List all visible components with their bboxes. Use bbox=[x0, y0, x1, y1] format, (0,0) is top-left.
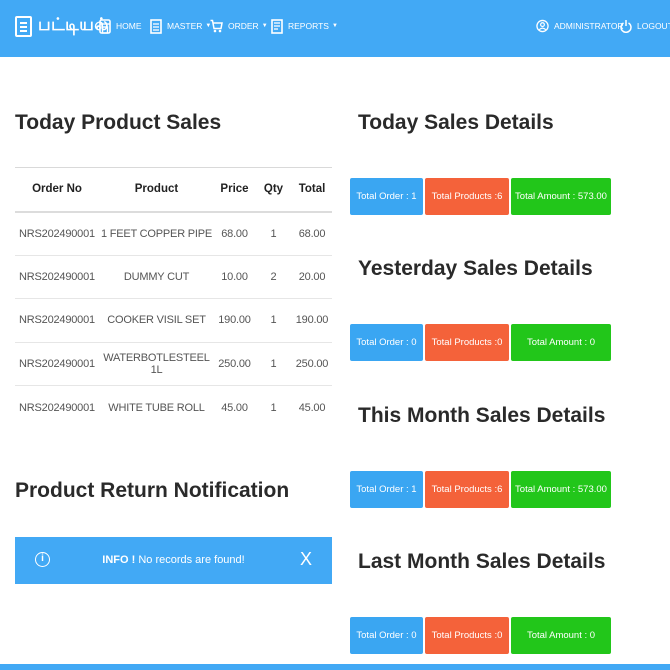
product-return-title: Product Return Notification bbox=[15, 479, 290, 502]
column-header: Price bbox=[214, 167, 255, 213]
total-products-badge[interactable]: Total Products :6 bbox=[425, 471, 509, 508]
yesterday-sales-details-title: Yesterday Sales Details bbox=[358, 257, 593, 280]
table-row: NRS202490001 DUMMY CUT 10.00 2 20.00 bbox=[15, 254, 332, 299]
total-cell: 68.00 bbox=[298, 227, 326, 240]
table-row: NRS202490001 WHITE TUBE ROLL 45.00 1 45.… bbox=[15, 385, 332, 430]
info-message-text: No records are found! bbox=[138, 554, 245, 566]
today-product-sales-table: Order No Product Price Qty Total NRS2024… bbox=[15, 167, 332, 430]
nav-reports-label: REPORTS bbox=[288, 21, 329, 31]
total-order-badge[interactable]: Total Order : 0 bbox=[350, 617, 423, 654]
order-no-cell: NRS202490001 bbox=[15, 341, 99, 386]
nav-master-label: MASTER bbox=[167, 21, 203, 31]
order-no-cell: NRS202490001 bbox=[15, 385, 99, 430]
chevron-down-icon: ▼ bbox=[261, 23, 268, 29]
total-amount-badge[interactable]: Total Amount : 0 bbox=[511, 617, 611, 654]
product-cell: 1 FEET COPPER PIPE bbox=[100, 227, 213, 240]
price-cell: 68.00 bbox=[221, 227, 248, 240]
total-products-badge[interactable]: Total Products :0 bbox=[425, 324, 509, 361]
column-header: Order No bbox=[15, 167, 99, 213]
total-order-badge[interactable]: Total Order : 1 bbox=[350, 471, 423, 508]
total-amount-badge[interactable]: Total Amount : 573.00 bbox=[511, 471, 611, 508]
total-order-badge[interactable]: Total Order : 1 bbox=[350, 178, 423, 215]
price-cell: 190.00 bbox=[214, 298, 255, 343]
table-row: NRS202490001 COOKER VISIL SET 190.00 1 1… bbox=[15, 298, 332, 343]
total-cell: 20.00 bbox=[292, 254, 332, 299]
table-header-row: Order No Product Price Qty Total bbox=[15, 167, 332, 213]
nav-reports[interactable]: REPORTS ▼ bbox=[270, 0, 338, 52]
product-cell: WHITE TUBE ROLL bbox=[99, 385, 214, 430]
qty-cell: 2 bbox=[255, 254, 292, 299]
total-amount-badge[interactable]: Total Amount : 573.00 bbox=[511, 178, 611, 215]
column-header: Total bbox=[292, 167, 332, 213]
nav-administrator[interactable]: ADMINISTRATOR bbox=[536, 0, 624, 52]
product-cell: WATERBOTLESTEEL 1L bbox=[99, 341, 214, 386]
price-cell: 10.00 bbox=[214, 254, 255, 299]
store-icon bbox=[98, 18, 111, 34]
bottom-border bbox=[0, 664, 670, 670]
total-amount-badge[interactable]: Total Amount : 0 bbox=[511, 324, 611, 361]
product-cell: COOKER VISIL SET bbox=[99, 298, 214, 343]
cart-icon bbox=[210, 18, 223, 34]
price-cell: 250.00 bbox=[214, 341, 255, 386]
nav-administrator-label: ADMINISTRATOR bbox=[554, 21, 624, 31]
nav-logout-label: LOGOUT bbox=[637, 21, 670, 31]
total-cell: 250.00 bbox=[292, 341, 332, 386]
order-no-cell: NRS202490001 bbox=[15, 298, 99, 343]
table-row: NRS202490001 1 FEET COPPER PIPE 68.00 1 … bbox=[15, 212, 332, 256]
nav-master[interactable]: MASTER ▼ bbox=[149, 0, 211, 52]
this-month-sales-badges: Total Order : 1 Total Products :6 Total … bbox=[350, 471, 611, 508]
column-header: Product bbox=[99, 167, 214, 213]
total-cell: 190.00 bbox=[292, 298, 332, 343]
top-navbar: பட்டியல் HOME MASTER ▼ ORDER ▼ REPORTS ▼… bbox=[0, 0, 670, 57]
this-month-sales-details-title: This Month Sales Details bbox=[358, 404, 606, 427]
info-alert: i INFO ! No records are found! X bbox=[15, 537, 332, 584]
price-cell: 45.00 bbox=[214, 385, 255, 430]
column-header: Qty bbox=[255, 167, 292, 213]
info-label: INFO ! bbox=[102, 554, 136, 566]
last-month-sales-details-title: Last Month Sales Details bbox=[358, 550, 606, 573]
nav-order-label: ORDER bbox=[228, 21, 259, 31]
power-icon bbox=[619, 18, 632, 34]
nav-home-label: HOME bbox=[116, 21, 142, 31]
qty-cell: 1 bbox=[255, 385, 292, 430]
qty-cell: 1 bbox=[270, 227, 277, 240]
info-message: INFO ! No records are found! bbox=[15, 554, 332, 566]
yesterday-sales-badges: Total Order : 0 Total Products :0 Total … bbox=[350, 324, 611, 361]
qty-cell: 1 bbox=[255, 298, 292, 343]
order-no-cell: NRS202490001 bbox=[15, 254, 99, 299]
qty-cell: 1 bbox=[255, 341, 292, 386]
last-month-sales-badges: Total Order : 0 Total Products :0 Total … bbox=[350, 617, 611, 654]
nav-order[interactable]: ORDER ▼ bbox=[210, 0, 268, 52]
nav-logout[interactable]: LOGOUT bbox=[619, 0, 670, 52]
total-order-badge[interactable]: Total Order : 0 bbox=[350, 324, 423, 361]
chevron-down-icon: ▼ bbox=[331, 23, 338, 29]
order-no-cell: NRS202490001 bbox=[19, 227, 95, 240]
brand-logo[interactable]: பட்டியல் bbox=[15, 13, 109, 39]
total-cell: 45.00 bbox=[292, 385, 332, 430]
product-cell: DUMMY CUT bbox=[99, 254, 214, 299]
report-icon bbox=[270, 18, 283, 34]
user-icon bbox=[536, 18, 549, 34]
total-products-badge[interactable]: Total Products :0 bbox=[425, 617, 509, 654]
today-product-sales-title: Today Product Sales bbox=[15, 111, 222, 134]
close-icon[interactable]: X bbox=[300, 549, 312, 570]
table-row: NRS202490001 WATERBOTLESTEEL 1L 250.00 1… bbox=[15, 341, 332, 386]
today-sales-badges: Total Order : 1 Total Products :6 Total … bbox=[350, 178, 611, 215]
list-icon bbox=[149, 18, 162, 34]
nav-home[interactable]: HOME bbox=[98, 0, 142, 52]
today-sales-details-title: Today Sales Details bbox=[358, 111, 554, 134]
total-products-badge[interactable]: Total Products :6 bbox=[425, 178, 509, 215]
document-icon bbox=[15, 15, 32, 37]
